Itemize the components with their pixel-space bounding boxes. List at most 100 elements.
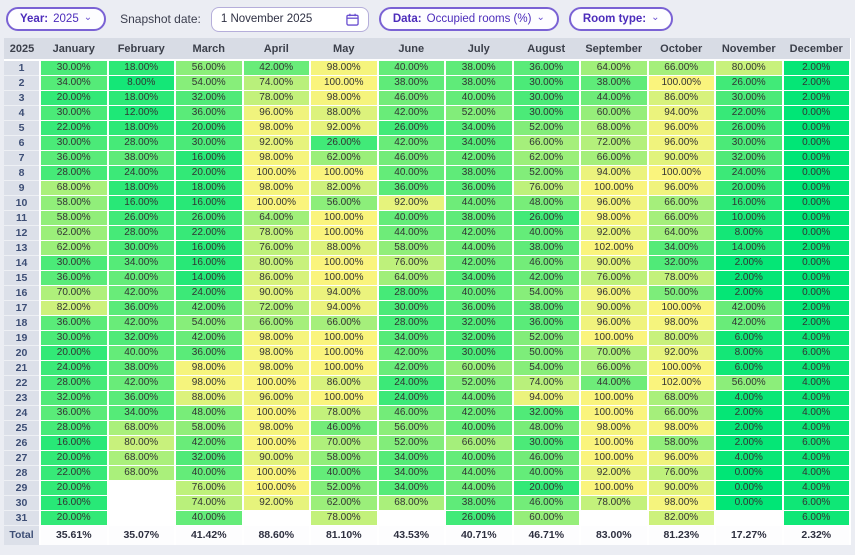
- heat-cell: 56.00%: [310, 195, 379, 211]
- heat-cell: 44.00%: [445, 480, 514, 496]
- heat-cell: 32.00%: [647, 255, 716, 271]
- heat-cell: 92.00%: [310, 120, 379, 136]
- heat-cell: 40.00%: [175, 510, 244, 526]
- heat-cell: 52.00%: [310, 480, 379, 496]
- heat-cell: 46.00%: [377, 405, 446, 421]
- day-label: 26: [4, 435, 41, 451]
- heat-cell: 20.00%: [175, 120, 244, 136]
- heat-cell: 0.00%: [782, 195, 851, 211]
- snapshot-date-input[interactable]: 1 November 2025: [210, 6, 369, 32]
- heat-cell: 40.00%: [445, 90, 514, 106]
- heat-cell: 78.00%: [310, 405, 379, 421]
- table-row: 1 30.00% 18.00% 56.00% 42.00% 98.00% 40.00% 38.…: [4, 60, 851, 76]
- data-dropdown[interactable]: Data: Occupied rooms (%) ⌄: [378, 7, 559, 31]
- day-label: 20: [4, 345, 41, 361]
- heat-cell: 30.00%: [175, 135, 244, 151]
- year-dropdown[interactable]: Year: 2025 ⌄: [6, 7, 107, 31]
- heat-cell: 0.00%: [782, 150, 851, 166]
- heat-cell: 98.00%: [310, 60, 379, 76]
- heat-cell: 26.00%: [445, 510, 514, 526]
- heat-cell: 42.00%: [512, 270, 581, 286]
- total-cell: 41.42%: [175, 524, 244, 545]
- heat-cell: 52.00%: [512, 330, 581, 346]
- heat-cell: 34.00%: [107, 405, 176, 421]
- heat-cell: 2.00%: [715, 270, 784, 286]
- heat-cell: 2.00%: [782, 60, 851, 76]
- heat-cell: 0.00%: [782, 270, 851, 286]
- total-cell: 46.71%: [512, 524, 581, 545]
- heat-cell: 4.00%: [782, 405, 851, 421]
- heat-cell: 66.00%: [512, 135, 581, 151]
- heat-cell: 18.00%: [107, 120, 176, 136]
- heat-cell: 98.00%: [242, 180, 311, 196]
- heat-cell: 40.00%: [445, 450, 514, 466]
- heat-cell: 96.00%: [647, 450, 716, 466]
- heat-cell: 64.00%: [647, 225, 716, 241]
- heat-cell: 40.00%: [377, 210, 446, 226]
- heat-cell: 44.00%: [445, 195, 514, 211]
- heat-cell: 42.00%: [107, 285, 176, 301]
- heat-cell: 98.00%: [580, 210, 649, 226]
- heat-cell: 42.00%: [377, 345, 446, 361]
- heat-cell: 96.00%: [580, 195, 649, 211]
- heat-cell: 36.00%: [40, 270, 109, 286]
- heat-cell: 28.00%: [40, 420, 109, 436]
- heat-cell: 52.00%: [512, 120, 581, 136]
- heat-cell: 14.00%: [175, 270, 244, 286]
- heat-cell: 34.00%: [377, 480, 446, 496]
- heat-cell: 66.00%: [310, 315, 379, 331]
- heat-cell: [107, 480, 176, 496]
- heat-cell: 66.00%: [647, 195, 716, 211]
- heat-cell: 2.00%: [782, 75, 851, 91]
- heat-cell: 34.00%: [647, 240, 716, 256]
- month-header: May: [310, 38, 378, 61]
- heat-cell: 24.00%: [107, 165, 176, 181]
- heat-cell: 38.00%: [445, 60, 514, 76]
- heat-cell: 6.00%: [715, 330, 784, 346]
- heat-cell: 6.00%: [782, 510, 851, 526]
- heat-cell: 92.00%: [580, 225, 649, 241]
- heat-cell: 32.00%: [40, 390, 109, 406]
- heat-cell: 18.00%: [107, 60, 176, 76]
- heat-cell: 36.00%: [40, 315, 109, 331]
- day-label: 18: [4, 315, 41, 331]
- heat-cell: 42.00%: [107, 375, 176, 391]
- heat-cell: 94.00%: [310, 285, 379, 301]
- heat-cell: 8.00%: [715, 345, 784, 361]
- total-cell: 81.10%: [310, 524, 379, 545]
- heat-cell: 8.00%: [107, 75, 176, 91]
- table-row: 10 58.00% 16.00% 16.00% 100.00% 56.00% 92.00% 4…: [4, 195, 851, 211]
- heat-cell: 34.00%: [377, 465, 446, 481]
- heat-cell: 30.00%: [715, 90, 784, 106]
- heat-cell: 100.00%: [310, 210, 379, 226]
- table-row: 22 28.00% 42.00% 98.00% 100.00% 86.00% 24.00% 5…: [4, 375, 851, 391]
- heat-cell: 16.00%: [175, 255, 244, 271]
- heat-cell: 100.00%: [310, 390, 379, 406]
- heat-cell: 42.00%: [715, 315, 784, 331]
- heat-cell: 42.00%: [715, 300, 784, 316]
- heat-cell: 100.00%: [580, 180, 649, 196]
- heat-cell: 42.00%: [377, 360, 446, 376]
- heat-cell: 86.00%: [242, 270, 311, 286]
- heat-cell: 100.00%: [242, 435, 311, 451]
- heat-cell: 96.00%: [580, 285, 649, 301]
- room-type-dropdown[interactable]: Room type: ⌄: [568, 7, 674, 31]
- heat-cell: 82.00%: [310, 180, 379, 196]
- year-header: 2025: [4, 38, 40, 61]
- heat-cell: 28.00%: [40, 375, 109, 391]
- heat-cell: 30.00%: [715, 135, 784, 151]
- heat-cell: 20.00%: [512, 480, 581, 496]
- heat-cell: 24.00%: [175, 285, 244, 301]
- heat-cell: 38.00%: [512, 240, 581, 256]
- heat-cell: 100.00%: [310, 255, 379, 271]
- heat-cell: 44.00%: [580, 375, 649, 391]
- heat-cell: 92.00%: [580, 465, 649, 481]
- heat-cell: 94.00%: [580, 165, 649, 181]
- heat-cell: 78.00%: [580, 495, 649, 511]
- month-header: January: [40, 38, 108, 61]
- heat-cell: 0.00%: [782, 285, 851, 301]
- calendar-icon[interactable]: [346, 13, 359, 26]
- table-row: 7 36.00% 38.00% 16.00% 98.00% 62.00% 46.00% 42.…: [4, 150, 851, 166]
- heat-cell: 16.00%: [40, 495, 109, 511]
- heat-cell: 58.00%: [175, 420, 244, 436]
